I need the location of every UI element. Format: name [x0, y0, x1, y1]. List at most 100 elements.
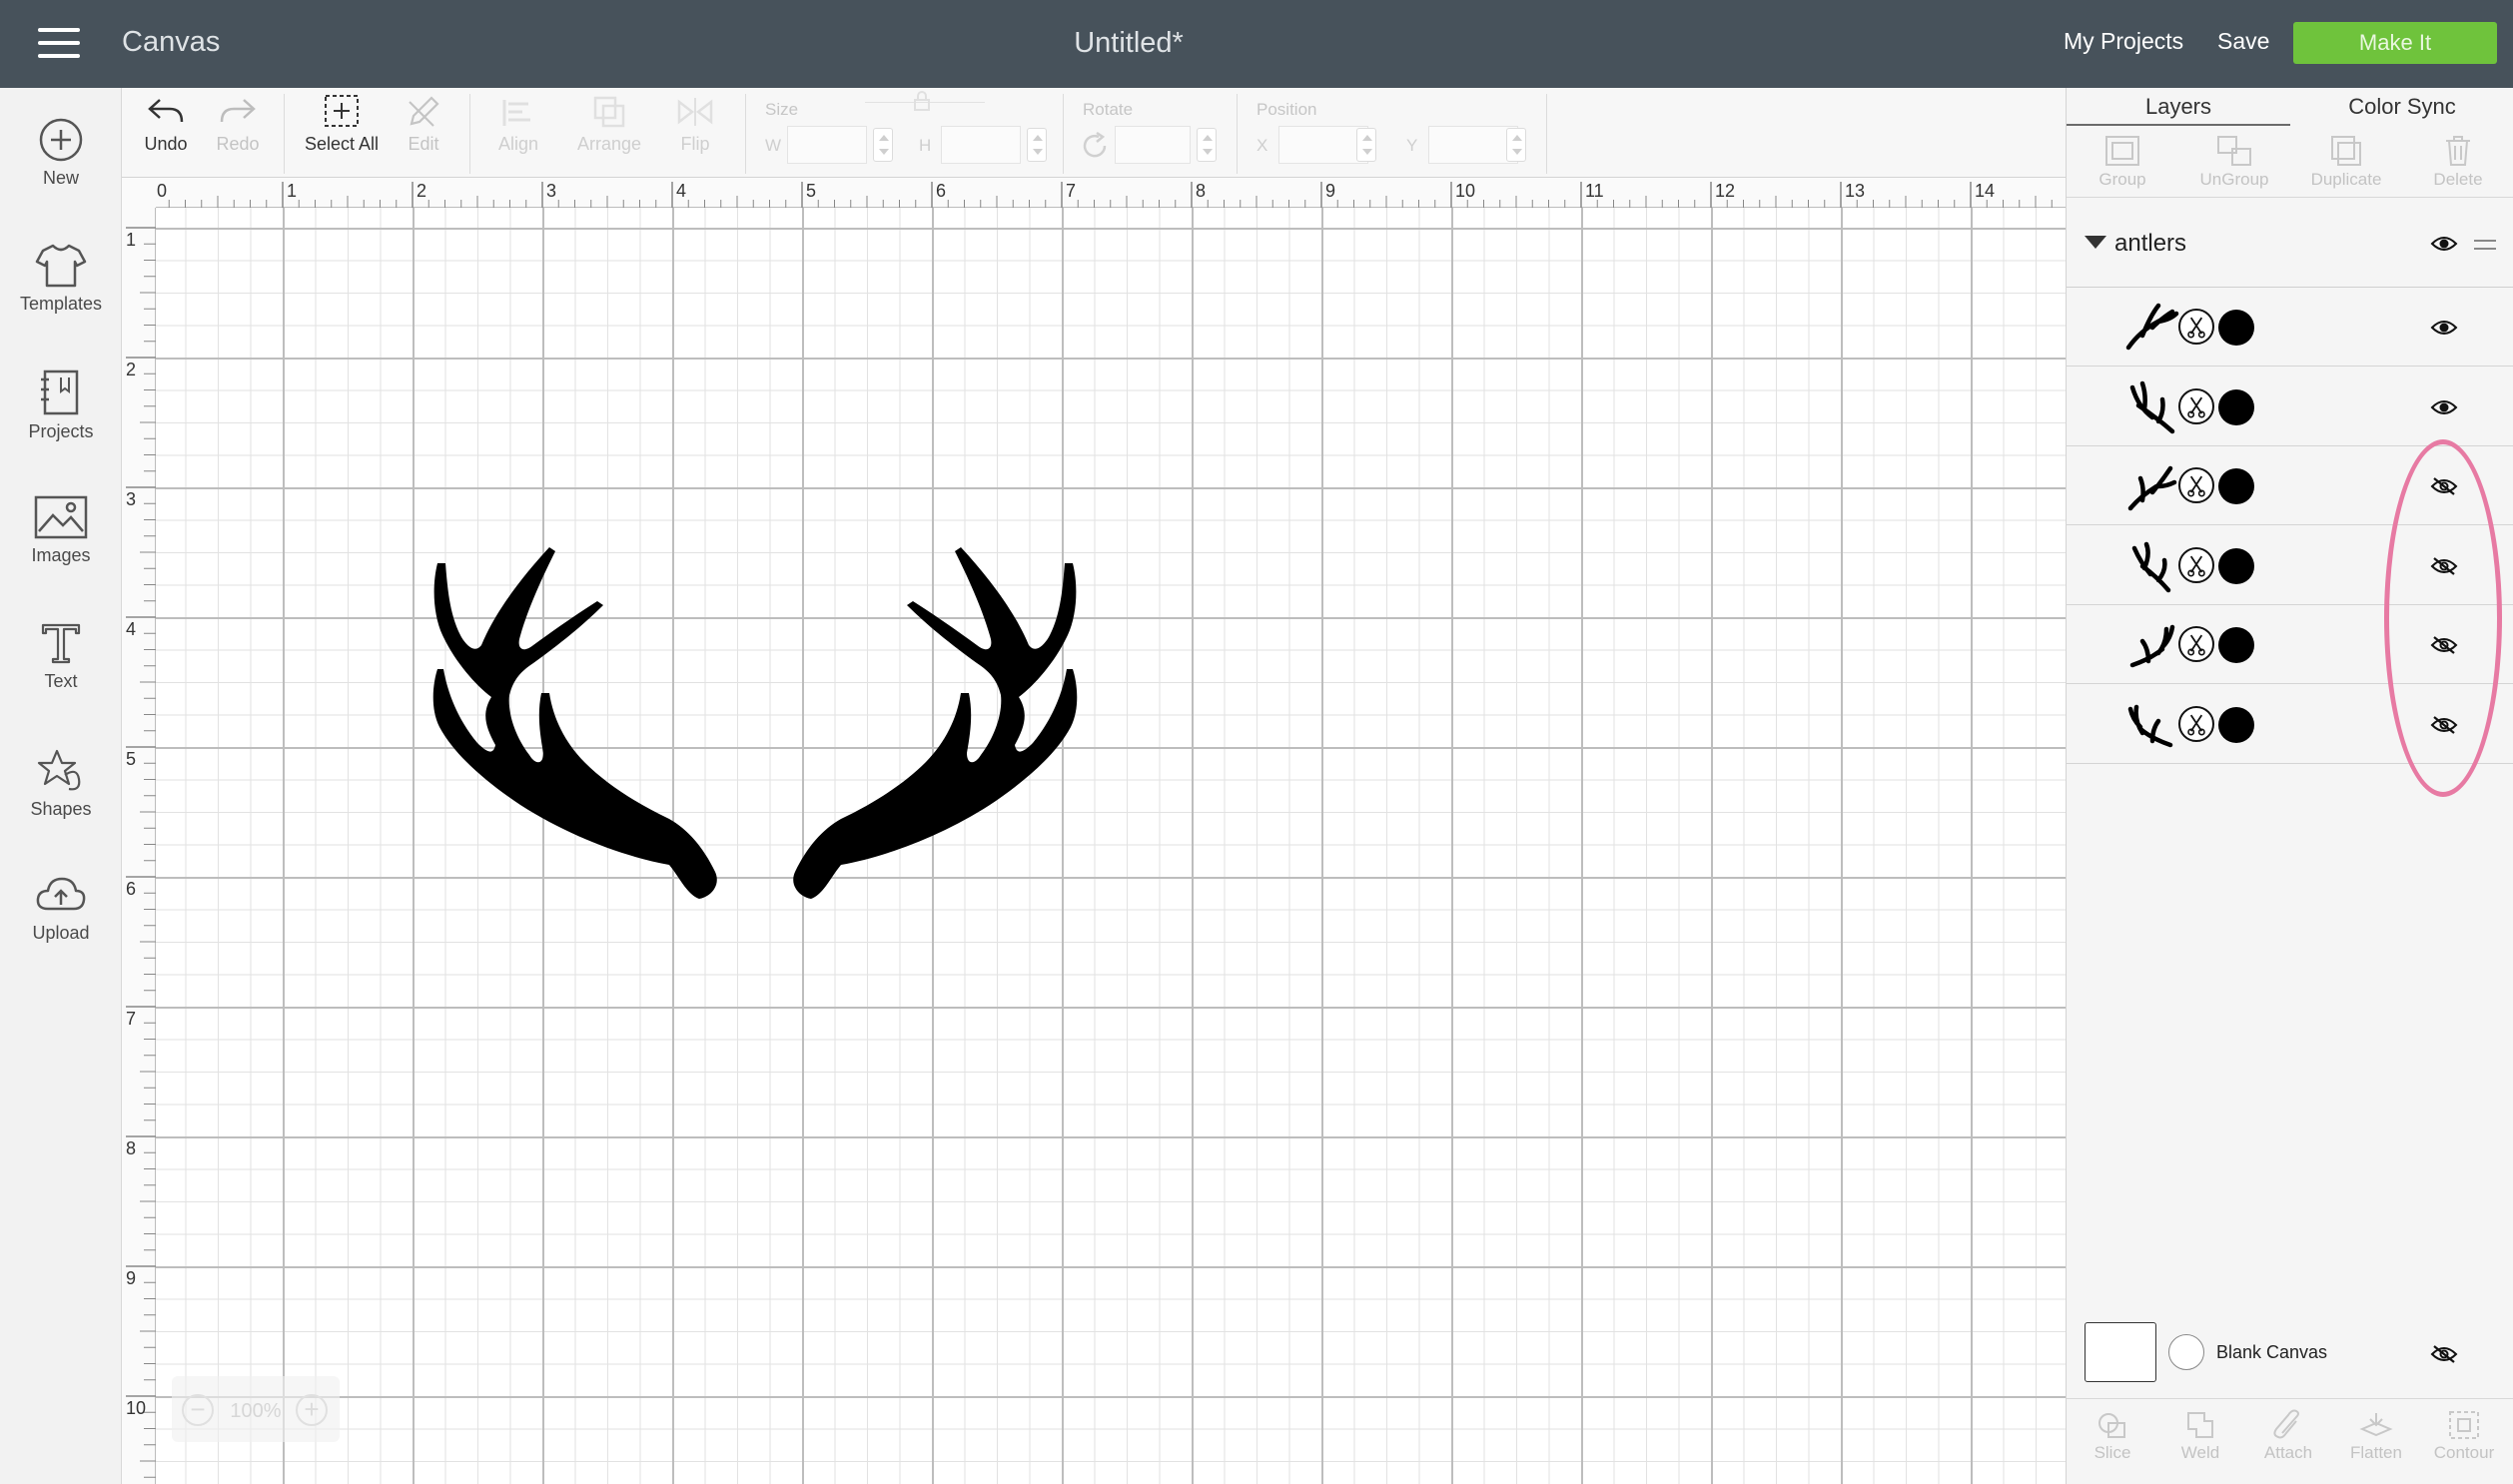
- edit-button[interactable]: Edit: [390, 94, 457, 155]
- layer-color-swatch[interactable]: [2218, 547, 2254, 584]
- rotate-stepper[interactable]: [1197, 128, 1217, 162]
- flip-button[interactable]: Flip: [661, 94, 729, 155]
- contour-label: Contour: [2433, 1443, 2495, 1462]
- flatten-button[interactable]: Flatten: [2332, 1409, 2420, 1463]
- eye-hidden-icon[interactable]: [2430, 476, 2458, 496]
- sidebar-item-images[interactable]: Images: [0, 493, 122, 603]
- design-canvas[interactable]: − 100% +: [156, 208, 2066, 1484]
- layer-row[interactable]: [2067, 526, 2513, 605]
- eye-icon[interactable]: [2430, 234, 2458, 254]
- scissors-icon[interactable]: [2178, 705, 2214, 742]
- collapse-caret-icon[interactable]: [2085, 236, 2106, 249]
- zoom-out-button[interactable]: −: [182, 1394, 214, 1426]
- eye-icon[interactable]: [2430, 318, 2458, 338]
- sidebar-item-text[interactable]: Text: [0, 619, 122, 729]
- weld-button[interactable]: Weld: [2156, 1409, 2244, 1463]
- eye-hidden-icon[interactable]: [2430, 715, 2458, 735]
- layer-row[interactable]: [2067, 685, 2513, 764]
- antler-thumbnail-icon: [2127, 465, 2177, 511]
- scissors-icon[interactable]: [2178, 467, 2214, 503]
- toolbar-divider: [1546, 94, 1547, 174]
- scissors-icon[interactable]: [2178, 626, 2214, 662]
- arrange-button[interactable]: Arrange: [561, 94, 657, 155]
- layer-row[interactable]: [2067, 368, 2513, 446]
- my-projects-link[interactable]: My Projects: [2064, 28, 2183, 55]
- arrange-label: Arrange: [576, 134, 642, 154]
- position-y-stepper[interactable]: [1506, 128, 1526, 162]
- duplicate-button[interactable]: Duplicate: [2290, 134, 2402, 190]
- zoom-in-button[interactable]: +: [296, 1394, 328, 1426]
- sidebar-label-templates: Templates: [19, 294, 103, 314]
- layer-row[interactable]: [2067, 446, 2513, 525]
- position-x-input[interactable]: [1278, 126, 1368, 164]
- make-it-button[interactable]: Make It: [2293, 22, 2497, 64]
- hamburger-menu-icon[interactable]: [38, 28, 80, 60]
- width-stepper[interactable]: [873, 128, 893, 162]
- sidebar-item-templates[interactable]: Templates: [0, 242, 122, 352]
- layer-color-swatch[interactable]: [2218, 388, 2254, 425]
- redo-button[interactable]: Redo: [208, 94, 268, 155]
- ruler-label: 3: [546, 181, 556, 201]
- edit-toolbar: Undo Redo Select All Edit Align Arrange …: [122, 88, 2066, 178]
- toolbar-divider: [284, 94, 285, 174]
- eye-hidden-icon[interactable]: [2430, 1344, 2458, 1364]
- ruler-label: 7: [1066, 181, 1076, 201]
- tab-color-sync[interactable]: Color Sync: [2290, 88, 2513, 126]
- ruler-label: 1: [126, 230, 136, 250]
- ruler-label: 0: [157, 181, 167, 201]
- layer-color-swatch[interactable]: [2218, 310, 2254, 346]
- sidebar-item-upload[interactable]: Upload: [0, 871, 122, 981]
- group-button[interactable]: Group: [2067, 134, 2178, 190]
- rotate-input[interactable]: [1115, 126, 1191, 164]
- top-bar: Canvas Untitled* My Projects Save Make I…: [0, 0, 2513, 88]
- horizontal-ruler-ticks: 0 1 2 3 4 5 6 7 8 9 10 11 12 13 14: [152, 181, 2053, 208]
- layer-color-swatch[interactable]: [2218, 627, 2254, 663]
- blank-canvas-swatch[interactable]: [2085, 1322, 2156, 1382]
- drag-handle-icon[interactable]: [2474, 240, 2496, 250]
- delete-button[interactable]: Delete: [2402, 134, 2513, 190]
- save-button[interactable]: Save: [2217, 28, 2269, 55]
- sidebar-item-projects[interactable]: Projects: [0, 368, 122, 477]
- layer-group-row[interactable]: antlers: [2067, 200, 2513, 288]
- vertical-ruler-ticks: 1 2 3 4 5 6 7 8 9 10: [126, 227, 156, 1478]
- align-button[interactable]: Align: [479, 94, 557, 155]
- scissors-icon[interactable]: [2178, 387, 2214, 424]
- position-y-input[interactable]: [1428, 126, 1518, 164]
- ruler-label: 9: [1325, 181, 1335, 201]
- eye-hidden-icon[interactable]: [2430, 556, 2458, 576]
- antlers-design[interactable]: [425, 547, 1085, 907]
- layer-group-name: antlers: [2114, 230, 2187, 257]
- edit-pencil-icon: [409, 96, 439, 127]
- image-icon: [34, 495, 88, 539]
- undo-button[interactable]: Undo: [136, 94, 196, 155]
- document-title[interactable]: Untitled*: [999, 27, 1258, 60]
- height-input[interactable]: [941, 126, 1021, 164]
- edit-label: Edit: [408, 134, 439, 154]
- eye-icon[interactable]: [2430, 397, 2458, 417]
- height-stepper[interactable]: [1027, 128, 1047, 162]
- eye-hidden-icon[interactable]: [2430, 635, 2458, 655]
- ruler-label: 7: [126, 1009, 136, 1029]
- lock-icon[interactable]: [911, 90, 933, 112]
- attach-button[interactable]: Attach: [2244, 1409, 2332, 1463]
- layer-color-swatch[interactable]: [2218, 468, 2254, 504]
- layer-row[interactable]: [2067, 288, 2513, 367]
- sidebar-item-shapes[interactable]: Shapes: [0, 745, 122, 855]
- layer-row[interactable]: [2067, 605, 2513, 684]
- blank-canvas-color[interactable]: [2168, 1334, 2204, 1370]
- sidebar-label-text: Text: [44, 671, 78, 691]
- sidebar-item-new[interactable]: New: [0, 116, 122, 226]
- slice-button[interactable]: Slice: [2069, 1409, 2156, 1463]
- rotate-title: Rotate: [1083, 100, 1134, 119]
- scissors-icon[interactable]: [2178, 309, 2214, 345]
- scissors-icon[interactable]: [2178, 546, 2214, 583]
- width-input[interactable]: [787, 126, 867, 164]
- select-all-button[interactable]: Select All: [296, 94, 388, 155]
- ruler-label: 13: [1845, 181, 1865, 201]
- layer-color-swatch[interactable]: [2218, 706, 2254, 743]
- contour-button[interactable]: Contour: [2420, 1409, 2508, 1463]
- ruler-label: 2: [417, 181, 426, 201]
- position-x-stepper[interactable]: [1356, 128, 1376, 162]
- tab-layers[interactable]: Layers: [2067, 88, 2290, 126]
- ungroup-button[interactable]: UnGroup: [2178, 134, 2290, 190]
